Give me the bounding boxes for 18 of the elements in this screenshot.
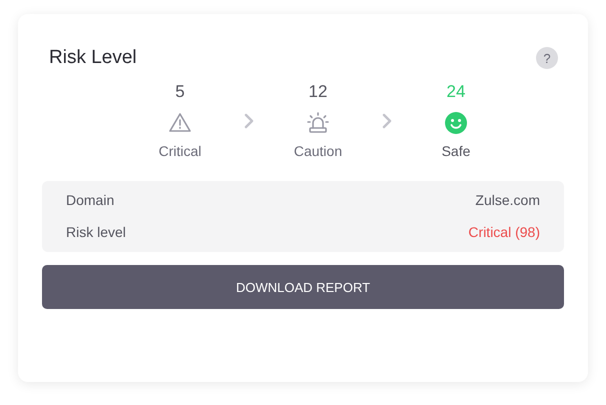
chevron-icon — [381, 112, 393, 128]
chevron-icon — [243, 112, 255, 128]
download-button[interactable]: DOWNLOAD REPORT — [42, 265, 564, 309]
detail-value: Zulse.com — [475, 191, 540, 210]
detail-value: Critical (98) — [468, 223, 540, 242]
level-label: Safe — [442, 143, 470, 159]
detail-label: Domain — [66, 191, 114, 210]
level-label: Caution — [294, 143, 342, 159]
level-count: 24 — [446, 82, 466, 102]
card-title: Risk Level — [49, 47, 137, 69]
detail-label: Risk level — [66, 223, 126, 242]
help-button[interactable]: ? — [536, 47, 558, 69]
level-count: 5 — [175, 82, 185, 102]
warning-icon — [168, 111, 192, 135]
siren-icon — [306, 111, 330, 135]
smiley-icon — [444, 111, 468, 135]
level-label: Critical — [158, 143, 202, 159]
level-count: 12 — [308, 82, 328, 102]
